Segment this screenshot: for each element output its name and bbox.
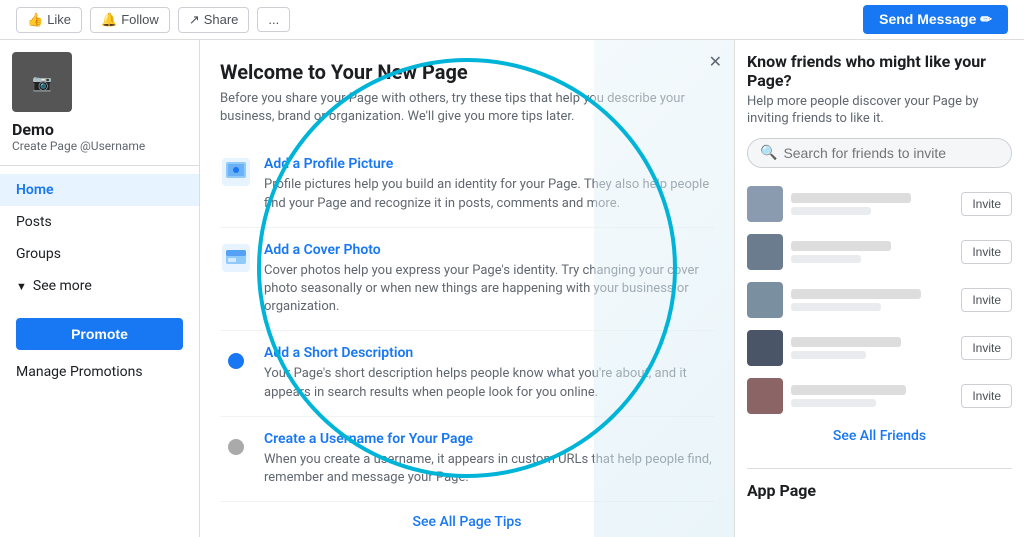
tip-icon-username xyxy=(220,431,252,463)
close-button[interactable]: ✕ xyxy=(709,52,722,72)
tip-title[interactable]: Create a Username for Your Page xyxy=(264,431,714,447)
friend-name-bar xyxy=(791,289,921,299)
tip-title[interactable]: Add a Profile Picture xyxy=(264,156,714,172)
tip-item: Add a Cover Photo Cover photos help you … xyxy=(220,227,714,331)
tip-description: Your Page's short description helps peop… xyxy=(264,365,714,401)
send-message-button[interactable]: Send Message ✏ xyxy=(863,5,1008,34)
like-button[interactable]: 👍 Like xyxy=(16,7,82,33)
friend-sub-bar xyxy=(791,207,871,215)
tip-title[interactable]: Add a Cover Photo xyxy=(264,242,714,258)
friend-info xyxy=(791,289,953,311)
avatar xyxy=(747,282,783,318)
app-page-section: App Page xyxy=(747,468,1012,500)
tip-item: Create a Username for Your Page When you… xyxy=(220,416,714,501)
welcome-title: Welcome to Your New Page xyxy=(220,60,714,84)
friend-info xyxy=(791,241,953,263)
profile-name: Demo xyxy=(12,120,187,139)
sidebar-item-home[interactable]: Home xyxy=(0,174,199,206)
right-sidebar: Know friends who might like your Page? H… xyxy=(734,40,1024,537)
welcome-subtitle: Before you share your Page with others, … xyxy=(220,90,714,126)
welcome-card: ✕ Welcome to Your New Page Before you sh… xyxy=(200,40,734,537)
sidebar-item-groups[interactable]: Groups xyxy=(0,238,199,270)
friend-info xyxy=(791,337,953,359)
tip-content: Add a Cover Photo Cover photos help you … xyxy=(264,242,714,317)
invite-button[interactable]: Invite xyxy=(961,336,1012,360)
manage-promotions-link[interactable]: Manage Promotions xyxy=(0,358,199,386)
more-button[interactable]: ... xyxy=(257,7,290,32)
search-friends-box[interactable]: 🔍 xyxy=(747,138,1012,168)
friend-sub-bar xyxy=(791,399,876,407)
friend-sub-bar xyxy=(791,303,881,311)
friend-sub-bar xyxy=(791,351,866,359)
friend-item: Invite xyxy=(747,276,1012,324)
friend-name-bar xyxy=(791,241,891,251)
like-icon: 👍 xyxy=(27,12,43,28)
profile-section: 📷 Demo Create Page @Username xyxy=(0,52,199,166)
profile-username: Create Page @Username xyxy=(12,139,187,153)
invite-button[interactable]: Invite xyxy=(961,240,1012,264)
friend-item: Invite xyxy=(747,324,1012,372)
sidebar-item-label: Posts xyxy=(16,214,52,230)
friend-sub-bar xyxy=(791,255,861,263)
follow-icon: 🔔 xyxy=(101,12,117,28)
friend-name-bar xyxy=(791,385,906,395)
friends-section: Know friends who might like your Page? H… xyxy=(747,52,1012,452)
avatar xyxy=(747,186,783,222)
sidebar-item-label: Groups xyxy=(16,246,61,262)
tip-icon-desc xyxy=(220,345,252,377)
chevron-down-icon: ▼ xyxy=(16,280,27,293)
tip-icon-cover xyxy=(220,242,252,274)
friends-subtitle: Help more people discover your Page by i… xyxy=(747,94,1012,128)
tip-item: Add a Short Description Your Page's shor… xyxy=(220,330,714,415)
friend-info xyxy=(791,193,953,215)
invite-button[interactable]: Invite xyxy=(961,192,1012,216)
page-action-bar: 👍 Like 🔔 Follow ↗ Share ... Send Message… xyxy=(0,0,1024,40)
center-content: ✕ Welcome to Your New Page Before you sh… xyxy=(200,40,734,537)
tip-content: Add a Profile Picture Profile pictures h… xyxy=(264,156,714,212)
search-friends-input[interactable] xyxy=(783,145,999,161)
sidebar-item-label: Home xyxy=(16,182,54,198)
tip-content: Create a Username for Your Page When you… xyxy=(264,431,714,487)
friend-item: Invite xyxy=(747,228,1012,276)
camera-icon: 📷 xyxy=(32,73,52,92)
tip-icon-profile xyxy=(220,156,252,188)
search-icon: 🔍 xyxy=(760,145,777,161)
app-page-title: App Page xyxy=(747,481,1012,500)
friends-title: Know friends who might like your Page? xyxy=(747,52,1012,90)
follow-button[interactable]: 🔔 Follow xyxy=(90,7,170,33)
friend-info xyxy=(791,385,953,407)
invite-button[interactable]: Invite xyxy=(961,384,1012,408)
avatar xyxy=(747,330,783,366)
tips-list: Add a Profile Picture Profile pictures h… xyxy=(220,142,714,501)
tip-title[interactable]: Add a Short Description xyxy=(264,345,714,361)
invite-button[interactable]: Invite xyxy=(961,288,1012,312)
tip-item: Add a Profile Picture Profile pictures h… xyxy=(220,142,714,226)
see-all-tips-link[interactable]: See All Page Tips xyxy=(220,501,714,537)
see-all-friends-link[interactable]: See All Friends xyxy=(747,420,1012,452)
tip-description: Profile pictures help you build an ident… xyxy=(264,176,714,212)
friend-item: Invite xyxy=(747,372,1012,420)
avatar: 📷 xyxy=(12,52,72,112)
left-sidebar: 📷 Demo Create Page @Username Home Posts … xyxy=(0,40,200,537)
share-button[interactable]: ↗ Share xyxy=(178,7,250,33)
friend-name-bar xyxy=(791,193,911,203)
promote-button[interactable]: Promote xyxy=(16,318,183,350)
see-more-label: See more xyxy=(33,278,92,294)
tip-description: When you create a username, it appears i… xyxy=(264,451,714,487)
share-icon: ↗ xyxy=(189,12,200,28)
avatar xyxy=(747,378,783,414)
tip-content: Add a Short Description Your Page's shor… xyxy=(264,345,714,401)
tip-description: Cover photos help you express your Page'… xyxy=(264,262,714,317)
friend-name-bar xyxy=(791,337,901,347)
nav-section: Home Posts Groups ▼ See more xyxy=(0,166,199,310)
friend-item: Invite xyxy=(747,180,1012,228)
sidebar-item-see-more[interactable]: ▼ See more xyxy=(0,270,199,302)
avatar xyxy=(747,234,783,270)
sidebar-item-posts[interactable]: Posts xyxy=(0,206,199,238)
